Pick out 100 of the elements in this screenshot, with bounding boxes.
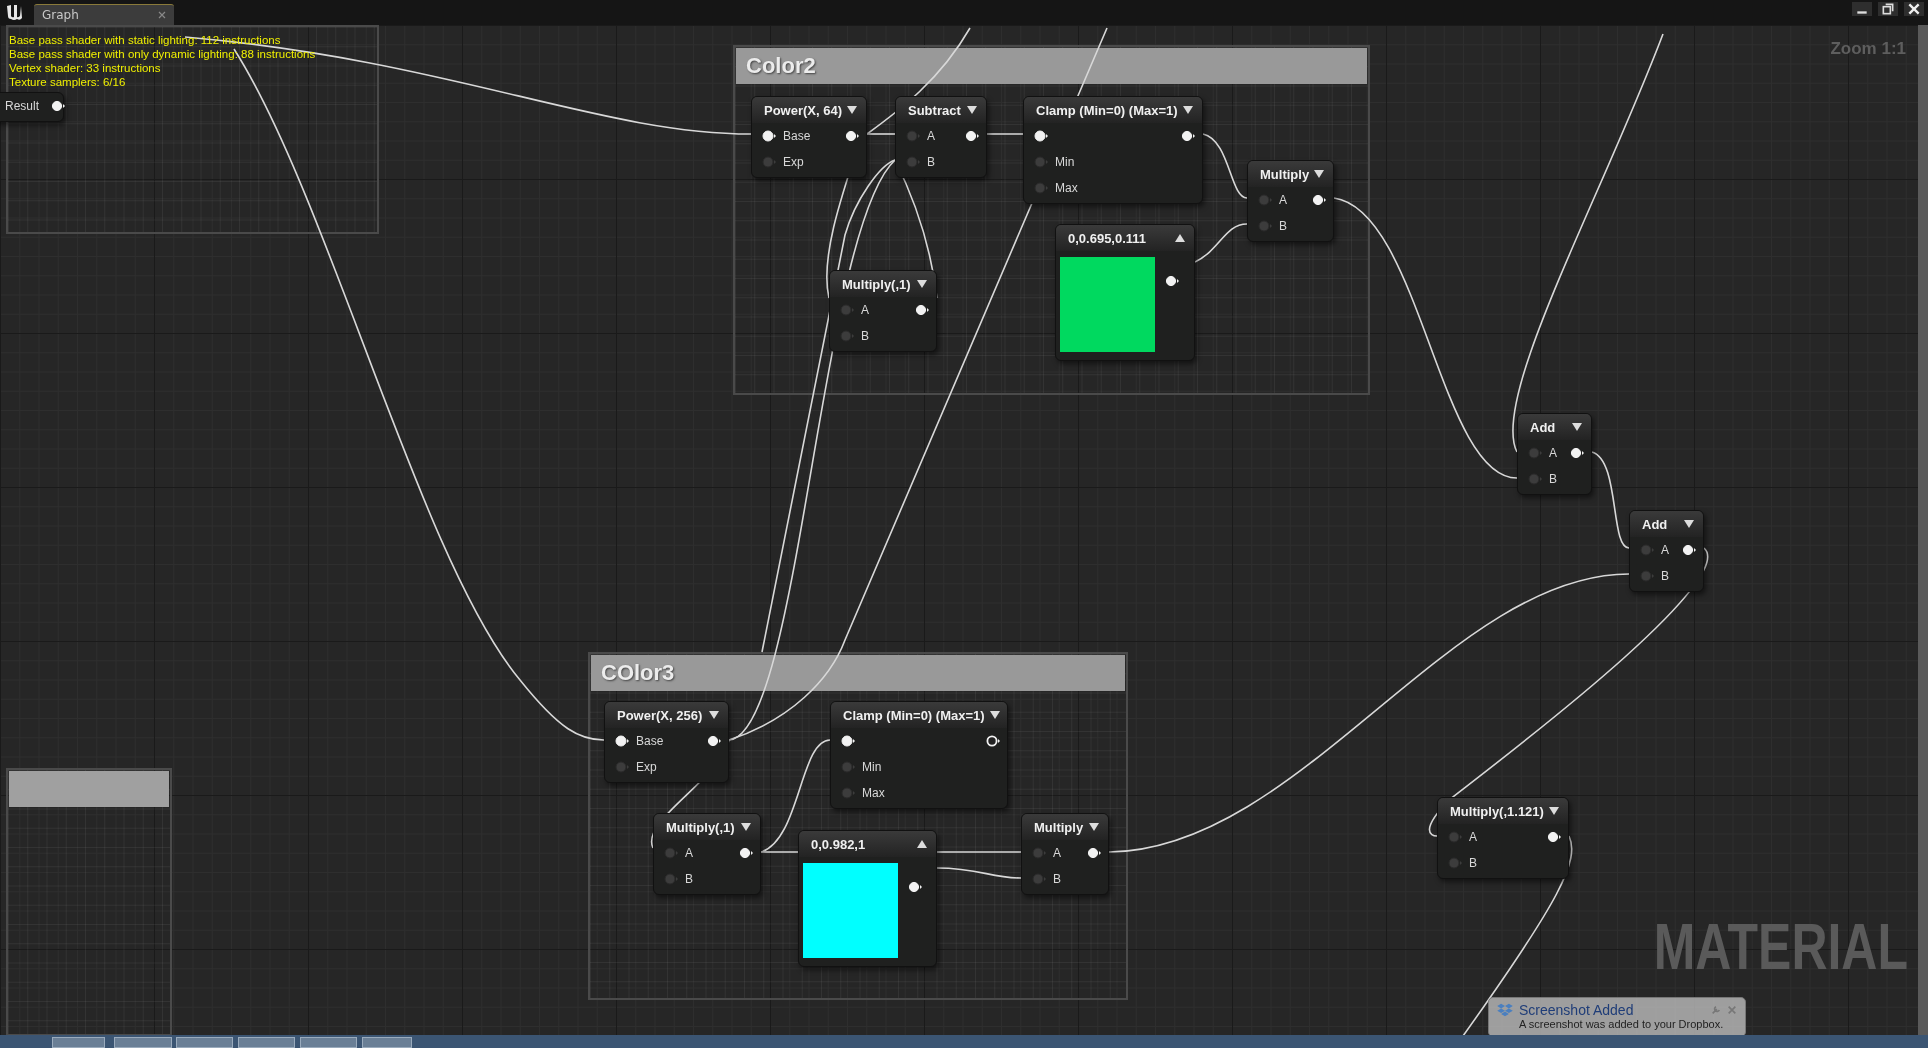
output-pin[interactable] [1181, 130, 1196, 142]
caret-icon[interactable] [1182, 105, 1194, 115]
input-pin[interactable] [762, 130, 777, 142]
pin-label: A [1053, 846, 1061, 860]
pin-label: A [861, 303, 869, 317]
graph-node[interactable]: Power(X, 64) Base Exp [751, 96, 867, 178]
input-pin[interactable] [664, 847, 679, 859]
caret-icon[interactable] [988, 710, 1001, 720]
input-pin[interactable] [1034, 182, 1049, 194]
node-title: Multiply(,1) [666, 819, 736, 835]
pin-label: Min [862, 760, 882, 774]
input-pin[interactable] [1034, 156, 1049, 168]
output-pin[interactable] [1547, 831, 1562, 843]
caret-icon[interactable] [1571, 422, 1583, 432]
input-pin[interactable] [762, 156, 777, 168]
caret-icon[interactable] [966, 105, 978, 115]
pin-label: B [861, 329, 869, 343]
caret-icon[interactable] [1313, 169, 1326, 179]
zoom-label: Zoom 1:1 [1830, 39, 1906, 59]
graph-node[interactable]: Multiply(,1) A B [829, 270, 937, 352]
input-pin[interactable] [1032, 873, 1047, 885]
graph-node[interactable]: Power(X, 256) Base Exp [604, 701, 729, 783]
node-title: Subtract [908, 102, 962, 118]
input-pin[interactable] [841, 787, 856, 799]
output-pin[interactable] [1570, 447, 1585, 459]
graph-node[interactable]: Result [0, 92, 64, 122]
output-pin[interactable] [1087, 847, 1102, 859]
caret-icon[interactable] [708, 710, 720, 720]
pin-label: B [1549, 472, 1557, 486]
graph-node[interactable]: Subtract A B [895, 96, 987, 178]
graph-node[interactable]: Multiply A B [1021, 813, 1109, 895]
output-pin[interactable] [739, 847, 754, 859]
input-pin[interactable] [840, 330, 855, 342]
pin-label: B [927, 155, 935, 169]
input-pin[interactable] [1640, 570, 1655, 582]
input-pin[interactable] [840, 304, 855, 316]
output-pin[interactable] [908, 881, 923, 893]
caret-icon[interactable] [846, 105, 859, 115]
output-pin[interactable] [1165, 275, 1180, 287]
input-pin[interactable] [615, 761, 630, 773]
input-pin[interactable] [1640, 544, 1655, 556]
output-pin[interactable] [1682, 544, 1697, 556]
input-pin[interactable] [841, 735, 856, 747]
input-pin[interactable] [615, 735, 630, 747]
output-pin[interactable] [51, 100, 66, 112]
graph-node[interactable]: 0,0.695,0.111 [1055, 224, 1195, 361]
pin-label: A [927, 129, 935, 143]
comment-title: COlor3 [601, 660, 675, 686]
input-pin[interactable] [1448, 831, 1463, 843]
input-pin[interactable] [1034, 130, 1049, 142]
graph-node[interactable]: Multiply(,1) A B [653, 813, 761, 895]
output-pin[interactable] [965, 130, 980, 142]
caret-icon[interactable] [1683, 519, 1695, 529]
notification-message: A screenshot was added to your Dropbox. [1518, 1018, 1725, 1030]
output-pin[interactable] [707, 735, 722, 747]
node-title: Clamp (Min=0) (Max=1) [1036, 102, 1178, 118]
close-icon[interactable] [1904, 2, 1924, 16]
graph-node[interactable]: Clamp (Min=0) (Max=1) Min Max [1023, 96, 1203, 204]
caret-icon[interactable] [916, 279, 928, 289]
input-pin[interactable] [906, 156, 921, 168]
minimize-icon[interactable] [1852, 2, 1872, 16]
pin-label: Exp [636, 760, 657, 774]
output-pin[interactable] [986, 735, 1001, 747]
output-pin[interactable] [845, 130, 860, 142]
caret-icon[interactable] [1548, 806, 1560, 816]
caret-icon[interactable] [1174, 233, 1186, 243]
caret-icon[interactable] [740, 822, 752, 832]
input-pin[interactable] [906, 130, 921, 142]
input-pin[interactable] [1258, 194, 1273, 206]
input-pin[interactable] [1528, 473, 1543, 485]
graph-canvas[interactable] [0, 25, 1928, 1035]
shader-stats-text: Texture samplers: 6/16 [9, 75, 127, 89]
node-title: Clamp (Min=0) (Max=1) [843, 707, 985, 723]
graph-node[interactable]: 0,0.982,1 [798, 830, 937, 967]
pin-label: B [685, 872, 693, 886]
wire [1194, 223, 1248, 263]
graph-tab[interactable]: Graph [34, 4, 174, 25]
input-pin[interactable] [841, 761, 856, 773]
output-pin[interactable] [1312, 194, 1327, 206]
input-pin[interactable] [664, 873, 679, 885]
pin-label: A [685, 846, 693, 860]
node-title: Power(X, 64) [764, 102, 843, 118]
graph-node[interactable]: Add A B [1517, 413, 1592, 495]
input-pin[interactable] [1528, 447, 1543, 459]
restore-icon[interactable] [1878, 2, 1898, 16]
caret-icon[interactable] [1088, 822, 1100, 832]
input-pin[interactable] [1448, 857, 1463, 869]
graph-node[interactable]: Clamp (Min=0) (Max=1) Min Max [830, 701, 1008, 809]
graph-node[interactable]: Multiply(,1.121) A B [1437, 797, 1569, 879]
graph-node[interactable]: Multiply A B [1247, 160, 1334, 242]
dropbox-icon [1497, 1003, 1513, 1017]
graph-node[interactable]: Add A B [1629, 510, 1704, 592]
output-pin[interactable] [915, 304, 930, 316]
pin-label: B [1053, 872, 1061, 886]
pin-label: Result [5, 99, 39, 113]
input-pin[interactable] [1032, 847, 1047, 859]
pin-label: B [1279, 219, 1287, 233]
pin-label: A [1549, 446, 1557, 460]
input-pin[interactable] [1258, 220, 1273, 232]
caret-icon[interactable] [916, 839, 928, 849]
